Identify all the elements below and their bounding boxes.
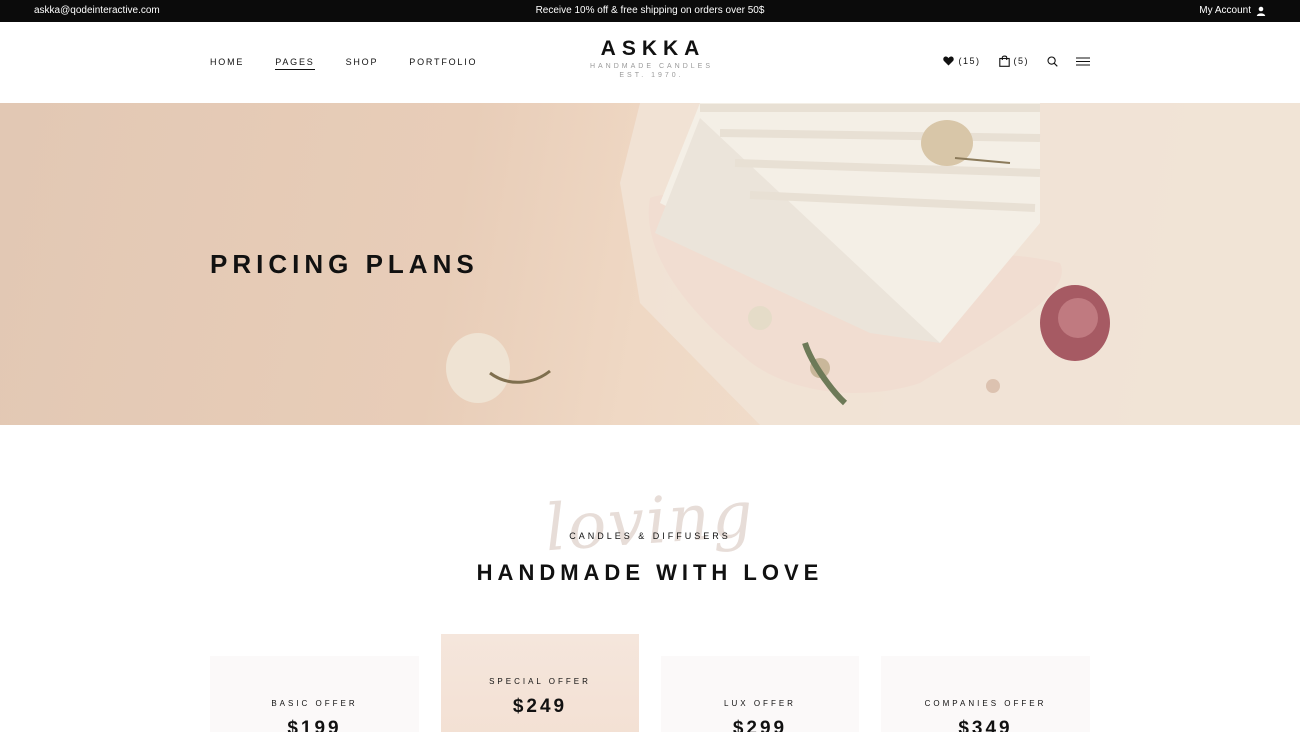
card-label: LUX OFFER xyxy=(724,699,796,708)
site-logo[interactable]: ASKKA HANDMADE CANDLES EST. 1970. xyxy=(550,37,750,79)
menu-button[interactable] xyxy=(1076,57,1090,66)
shopping-bag-icon xyxy=(998,55,1010,67)
my-account-label: My Account xyxy=(1199,5,1251,16)
card-price: $299 xyxy=(732,718,788,732)
logo-brand: ASKKA xyxy=(600,37,706,60)
site-header: HOME PAGES SHOP PORTFOLIO ASKKA HANDMADE… xyxy=(0,22,1300,103)
menu-icon xyxy=(1076,57,1090,65)
card-price: $249 xyxy=(512,696,568,717)
card-price: $199 xyxy=(287,718,342,732)
script-decoration: loving xyxy=(542,477,758,567)
header-tools: (15) (5) xyxy=(943,55,1090,67)
search-icon xyxy=(1047,55,1058,67)
pricing-card-companies[interactable]: COMPANIES OFFER $349 xyxy=(881,656,1090,732)
user-icon xyxy=(1256,6,1266,16)
top-bar: askka@qodeinteractive.com Receive 10% of… xyxy=(0,0,1300,22)
main-nav: HOME PAGES SHOP PORTFOLIO xyxy=(210,57,477,70)
card-price: $349 xyxy=(958,718,1013,732)
search-button[interactable] xyxy=(1047,55,1058,67)
hero-title: PRICING PLANS xyxy=(210,249,479,279)
logo-tagline: HANDMADE CANDLES xyxy=(589,63,714,70)
nav-item-pages[interactable]: PAGES xyxy=(275,57,315,70)
pricing-card-special[interactable]: SPECIAL OFFER $249 xyxy=(441,634,639,732)
pricing-section: loving CANDLES & DIFFUSERS HANDMADE WITH… xyxy=(0,425,1300,732)
contact-email-link[interactable]: askka@qodeinteractive.com xyxy=(34,0,160,22)
pricing-card-lux[interactable]: LUX OFFER $299 xyxy=(661,656,859,732)
nav-item-portfolio[interactable]: PORTFOLIO xyxy=(409,57,477,70)
cart-button[interactable]: (5) xyxy=(998,55,1030,67)
nav-item-home[interactable]: HOME xyxy=(210,57,244,70)
cart-count: (5) xyxy=(1013,56,1029,66)
pricing-card-basic[interactable]: BASIC OFFER $199 xyxy=(210,656,419,732)
card-label: COMPANIES OFFER xyxy=(924,699,1047,708)
logo-established: EST. 1970. xyxy=(619,72,684,79)
section-subtitle: CANDLES & DIFFUSERS xyxy=(569,531,731,541)
heart-icon xyxy=(943,56,955,66)
wishlist-button[interactable]: (15) xyxy=(943,56,980,66)
promo-message: Receive 10% off & free shipping on order… xyxy=(535,5,765,16)
card-label: BASIC OFFER xyxy=(271,699,358,708)
card-label: SPECIAL OFFER xyxy=(489,677,591,686)
my-account-link[interactable]: My Account xyxy=(1199,0,1266,22)
hero-banner: PRICING PLANS xyxy=(0,103,1300,425)
hero-image xyxy=(446,103,1300,425)
section-heading: HANDMADE WITH LOVE xyxy=(476,560,824,585)
wishlist-count: (15) xyxy=(958,56,981,66)
nav-item-shop[interactable]: SHOP xyxy=(346,57,379,70)
